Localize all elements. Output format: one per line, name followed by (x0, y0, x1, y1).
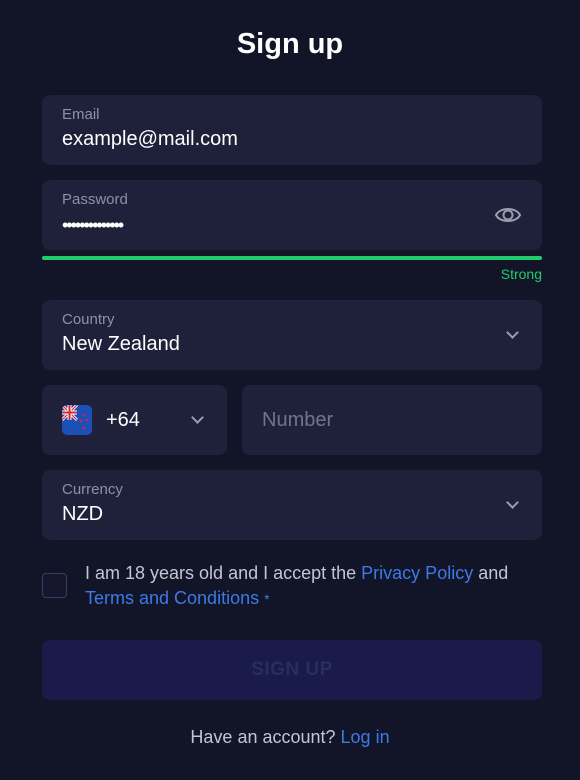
new-zealand-flag-icon (62, 405, 92, 435)
password-field[interactable]: Password •••••••••••••• (42, 180, 542, 250)
password-value[interactable]: •••••••••••••• (62, 215, 124, 236)
phone-code-value: +64 (106, 409, 140, 431)
required-mark: * (264, 591, 270, 607)
phone-code-select[interactable]: +64 (42, 385, 227, 455)
signup-button[interactable]: SIGN UP (42, 640, 542, 700)
consent-text: I am 18 years old and I accept the Priva… (85, 561, 525, 612)
login-link[interactable]: Log in (341, 727, 390, 747)
eye-icon[interactable] (494, 201, 522, 229)
password-strength-bar (42, 256, 542, 260)
login-prompt: Have an account? Log in (0, 727, 580, 748)
chevron-down-icon (506, 496, 519, 509)
password-label: Password (62, 191, 128, 208)
password-strength-fill (42, 256, 542, 260)
currency-select[interactable]: Currency NZD (42, 470, 542, 540)
signup-page: Sign up Email example@mail.com Password … (0, 0, 580, 780)
terms-link[interactable]: Terms and Conditions (85, 588, 259, 608)
email-field[interactable]: Email example@mail.com (42, 95, 542, 165)
login-prompt-text: Have an account? (190, 727, 341, 747)
consent-middle: and (473, 563, 509, 583)
password-strength-label: Strong (500, 266, 542, 282)
currency-label: Currency (62, 481, 123, 498)
age-terms-checkbox[interactable] (42, 573, 67, 598)
email-value[interactable]: example@mail.com (62, 128, 238, 151)
phone-number-input[interactable] (262, 385, 532, 455)
privacy-policy-link[interactable]: Privacy Policy (361, 563, 473, 583)
country-select[interactable]: Country New Zealand (42, 300, 542, 370)
page-title: Sign up (236, 28, 344, 60)
currency-value: NZD (62, 503, 104, 525)
country-label: Country (62, 311, 115, 328)
consent-prefix: I am 18 years old and I accept the (85, 563, 362, 583)
chevron-down-icon (506, 326, 519, 339)
country-value: New Zealand (62, 333, 180, 355)
phone-number-field[interactable] (242, 385, 542, 455)
chevron-down-icon (191, 411, 204, 424)
email-label: Email (62, 106, 100, 123)
